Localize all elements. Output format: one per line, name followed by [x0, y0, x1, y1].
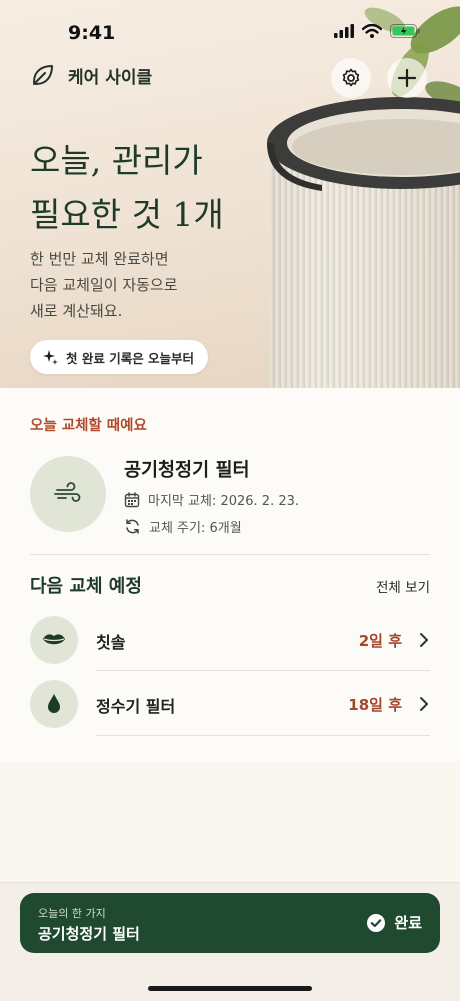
hero-subtitle: 한 번만 교체 완료하면 다음 교체일이 자동으로 새로 계산돼요.: [30, 246, 260, 324]
list-item-name: 정수기 필터: [96, 697, 176, 716]
hero-title-line1: 오늘, 관리가: [30, 141, 203, 180]
list-item-due: 2일 후: [358, 632, 402, 650]
brand-name: 케어 사이클: [68, 67, 153, 88]
hero-sub-line3: 새로 계산돼요.: [30, 302, 123, 320]
brand: 케어 사이클: [30, 62, 152, 88]
sparkle-icon: [43, 350, 58, 365]
list-divider: [96, 735, 430, 736]
hero-sub-line1: 한 번만 교체 완료하면: [30, 250, 169, 268]
list-divider: [96, 670, 430, 671]
done-action[interactable]: 완료: [366, 912, 422, 933]
cta-caption: 오늘의 한 가지: [38, 907, 106, 920]
list-item[interactable]: 정수기 필터 18일 후: [30, 680, 430, 730]
chevron-right-icon: [420, 633, 428, 647]
home-indicator[interactable]: [148, 986, 312, 991]
today-item-card[interactable]: 공기청정기 필터 마지막 교체: 2026. 2. 23. 교체 주기: 6개월: [30, 456, 430, 536]
leaf-logo-icon: [33, 65, 53, 85]
signal-icon: [334, 24, 354, 38]
chevron-right-icon: [420, 697, 428, 711]
cycle-text: 교체 주기: 6개월: [149, 521, 242, 536]
plus-icon: [397, 68, 417, 88]
done-label: 완료: [394, 914, 422, 932]
last-replaced-text: 마지막 교체: 2026. 2. 23.: [148, 494, 300, 509]
complete-today-button[interactable]: 오늘의 한 가지 공기청정기 필터 완료: [20, 893, 440, 953]
gear-icon: [342, 68, 360, 87]
section-divider: [30, 554, 430, 555]
today-item-icon-circle: [30, 456, 106, 532]
hero-title-line2: 필요한 것 1개: [30, 195, 224, 234]
hero-section: 9:41 케어 사이클 오늘, 관리가 필요한 것 1개 한 번만 교체 완료하…: [0, 0, 460, 388]
list-item-name: 칫솔: [96, 633, 126, 652]
cycle-arrows-icon: [126, 519, 139, 534]
lips-icon: [43, 634, 65, 645]
check-circle-icon: [367, 913, 386, 932]
list-item-due: 18일 후: [348, 696, 402, 714]
today-item-name: 공기청정기 필터: [124, 460, 250, 481]
next-section-title: 다음 교체 예정: [30, 576, 142, 597]
list-item[interactable]: 칫솔 2일 후: [30, 616, 430, 666]
air-wind-icon: [54, 482, 81, 502]
status-time: 9:41: [68, 22, 116, 44]
hero-title: 오늘, 관리가 필요한 것 1개: [30, 134, 290, 242]
list-item-icon-circle: [30, 616, 78, 664]
main-content: 오늘 교체할 때예요 공기청정기 필터 마지막 교체: 2026. 2. 23.: [0, 388, 460, 762]
settings-button[interactable]: [331, 58, 371, 98]
add-button[interactable]: [387, 58, 427, 98]
cycle-row: 교체 주기: 6개월: [124, 517, 242, 536]
air-filter-image: [267, 97, 460, 388]
today-label: 오늘 교체할 때예요: [30, 418, 147, 434]
status-bar: 9:41: [0, 0, 460, 56]
hero-sub-line2: 다음 교체일이 자동으로: [30, 276, 178, 294]
pill-label: 첫 완료 기록은 오늘부터: [66, 350, 195, 366]
water-drop-icon: [48, 694, 60, 713]
see-all-link[interactable]: 전체 보기: [376, 576, 430, 596]
cta-item-name: 공기청정기 필터: [38, 925, 140, 943]
last-replaced-row: 마지막 교체: 2026. 2. 23.: [124, 490, 299, 509]
list-item-icon-circle: [30, 680, 78, 728]
calendar-icon: [124, 491, 140, 507]
first-record-pill[interactable]: 첫 완료 기록은 오늘부터: [30, 340, 209, 374]
wifi-icon: [362, 24, 382, 38]
battery-icon: [390, 24, 420, 38]
